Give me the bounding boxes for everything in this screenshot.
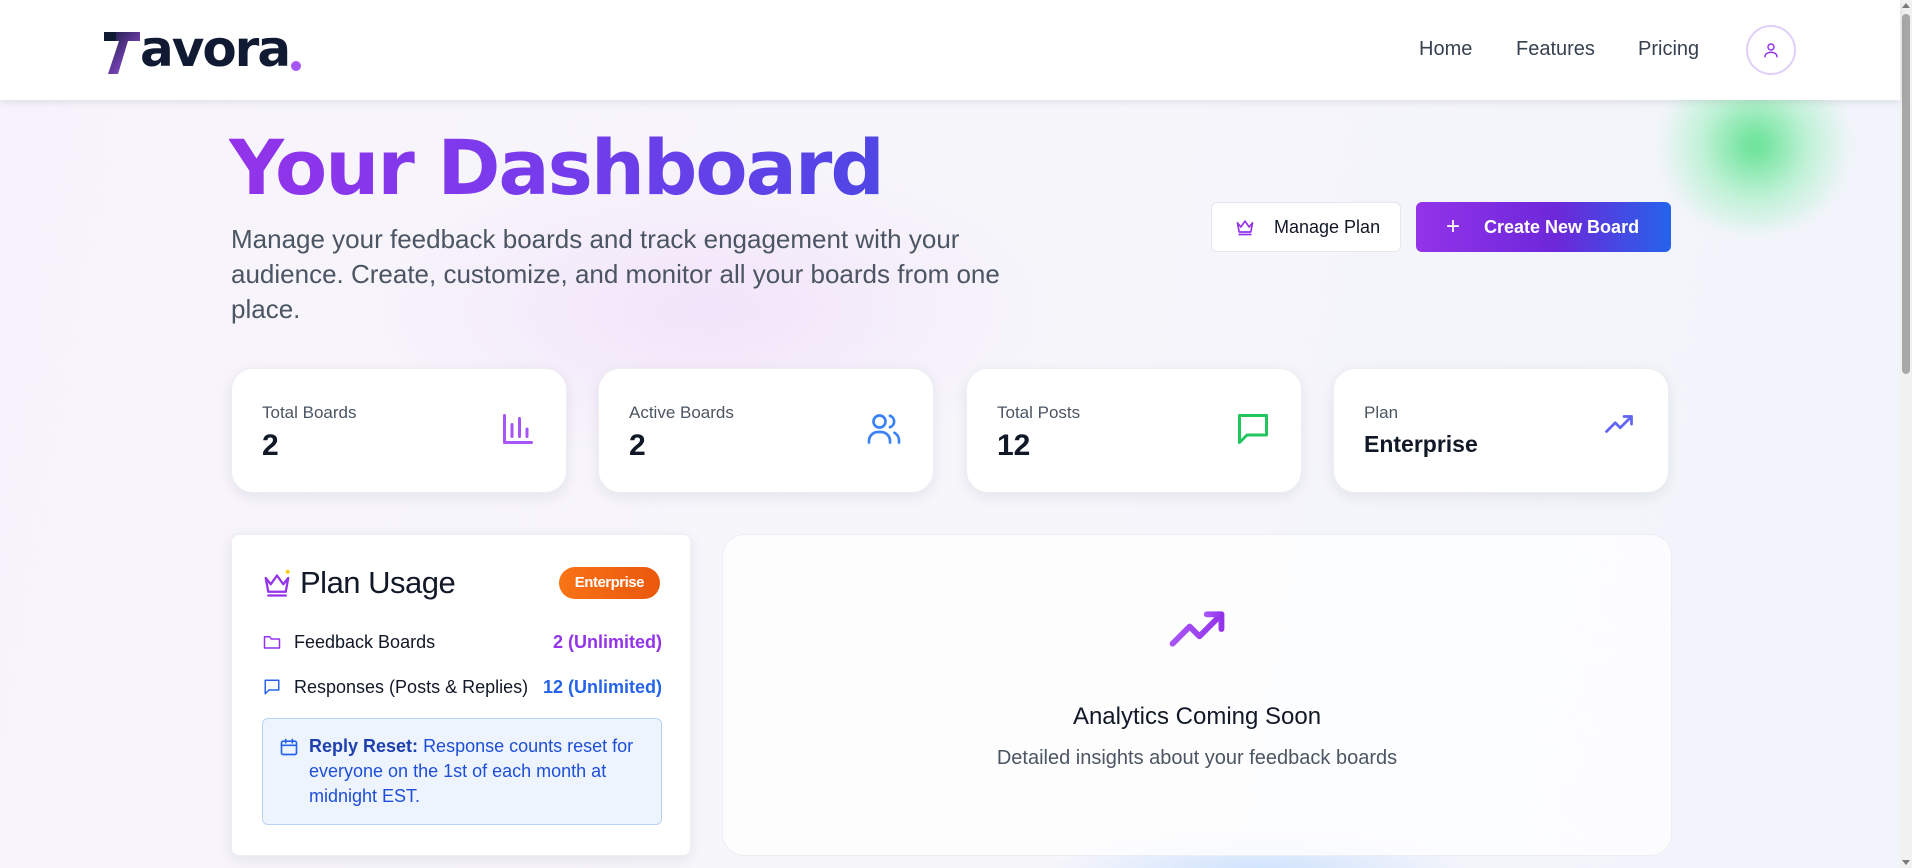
- scrollbar-thumb[interactable]: [1902, 14, 1910, 374]
- stat-card-total-posts: Total Posts 12: [966, 368, 1302, 493]
- stat-label: Total Posts: [997, 403, 1081, 422]
- users-icon: [867, 414, 901, 444]
- usage-value: 12 (Unlimited): [542, 676, 662, 697]
- trending-up-icon: [1169, 611, 1225, 647]
- analytics-title: Analytics Coming Soon: [1072, 703, 1322, 730]
- stat-label: Active Boards: [629, 403, 734, 422]
- stat-card-total-boards: Total Boards 2: [231, 368, 567, 493]
- analytics-subtitle: Detailed insights about your feedback bo…: [996, 747, 1398, 769]
- analytics-card: Analytics Coming Soon Detailed insights …: [722, 534, 1672, 856]
- nav-home[interactable]: Home: [1419, 38, 1472, 61]
- reply-reset-text: Reply Reset: Response counts reset for e…: [309, 734, 649, 809]
- reply-reset-notice: Reply Reset: Response counts reset for e…: [262, 718, 662, 825]
- logo-text: avora: [140, 20, 291, 78]
- usage-row-responses: Responses (Posts & Replies) 12 (Unlimite…: [262, 674, 662, 700]
- trending-up-icon: [1605, 415, 1633, 433]
- top-navbar: avora Home Features Pricing: [0, 0, 1900, 100]
- plan-usage-title: Plan Usage: [300, 565, 456, 600]
- user-menu-button[interactable]: [1746, 25, 1796, 75]
- page-scrollbar[interactable]: [1900, 0, 1912, 868]
- stat-card-active-boards: Active Boards 2: [598, 368, 934, 493]
- crown-icon: [1236, 220, 1254, 236]
- logo-dot: [291, 61, 302, 71]
- crown-icon: [264, 569, 290, 597]
- nav-pricing[interactable]: Pricing: [1638, 38, 1699, 61]
- logo-mark-icon: [104, 32, 140, 74]
- page-subtitle: Manage your feedback boards and track en…: [231, 224, 1000, 324]
- page-title: Your Dashboard: [229, 123, 885, 212]
- stat-value: 12: [997, 429, 1031, 462]
- stat-label: Total Boards: [262, 403, 357, 422]
- message-icon: [1238, 414, 1268, 444]
- plus-icon: +: [1446, 213, 1461, 240]
- create-new-board-button[interactable]: + Create New Board: [1416, 202, 1671, 252]
- usage-row-feedback-boards: Feedback Boards 2 (Unlimited): [262, 629, 662, 655]
- user-icon: [1764, 43, 1778, 58]
- usage-label: Feedback Boards: [294, 631, 436, 652]
- stat-value: 2: [629, 429, 646, 462]
- reply-reset-label: Reply Reset:: [309, 736, 419, 756]
- create-new-board-label: Create New Board: [1484, 216, 1640, 237]
- plan-badge: Enterprise: [558, 567, 660, 599]
- logo[interactable]: avora: [104, 20, 302, 78]
- plan-usage-header: Plan Usage: [262, 565, 456, 601]
- folder-icon: [263, 636, 281, 649]
- bar-chart-icon: [503, 414, 533, 444]
- message-icon: [264, 679, 280, 695]
- nav-features[interactable]: Features: [1516, 38, 1595, 61]
- usage-label: Responses (Posts & Replies): [294, 676, 529, 697]
- usage-value: 2 (Unlimited): [552, 631, 662, 652]
- stat-card-plan: Plan Enterprise: [1333, 368, 1669, 493]
- stat-value: Enterprise: [1364, 431, 1478, 457]
- stat-value: 2: [262, 429, 279, 462]
- manage-plan-label: Manage Plan: [1274, 216, 1381, 237]
- scroll-up-icon[interactable]: [1902, 3, 1910, 8]
- manage-plan-button[interactable]: Manage Plan: [1211, 202, 1401, 252]
- calendar-icon: [280, 738, 298, 756]
- scroll-down-icon[interactable]: [1902, 860, 1910, 865]
- plan-usage-card: Plan Usage Enterprise Feedback Boards 2 …: [231, 534, 691, 856]
- stat-label: Plan: [1364, 403, 1399, 422]
